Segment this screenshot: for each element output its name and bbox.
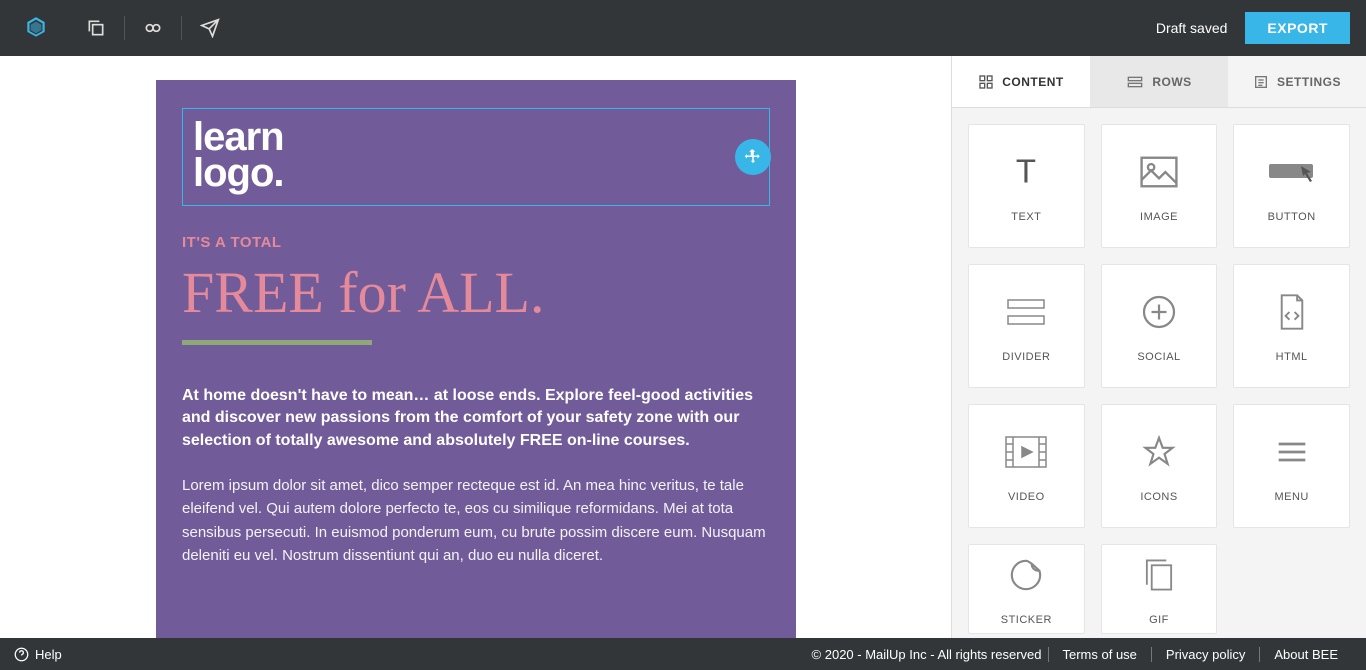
headline[interactable]: FREE for ALL. (182, 259, 770, 326)
tile-sticker[interactable]: STICKER (968, 544, 1085, 634)
tile-label: MENU (1274, 491, 1308, 503)
tile-text[interactable]: T TEXT (968, 124, 1085, 248)
terms-link[interactable]: Terms of use (1048, 647, 1151, 662)
divider-icon (1006, 289, 1046, 335)
logo-line1: learn (193, 119, 759, 155)
social-icon (1141, 289, 1177, 335)
copy-icon[interactable] (76, 8, 116, 48)
footer: Help © 2020 - MailUp Inc - All rights re… (0, 638, 1366, 670)
tile-icons[interactable]: ICONS (1101, 404, 1218, 528)
tab-rows[interactable]: ROWS (1090, 56, 1228, 107)
sidebar-tabs: CONTENT ROWS SETTINGS (952, 56, 1366, 108)
preview-icon[interactable] (133, 8, 173, 48)
draft-status: Draft saved (1156, 20, 1228, 36)
toolbar-right: Draft saved EXPORT (1156, 12, 1350, 44)
tile-label: TEXT (1011, 211, 1041, 223)
gif-icon (1144, 552, 1174, 598)
copyright: © 2020 - MailUp Inc - All rights reserve… (812, 647, 1042, 662)
body-text[interactable]: Lorem ipsum dolor sit amet, dico semper … (182, 474, 770, 567)
tab-label: ROWS (1152, 75, 1191, 89)
text-icon: T (1008, 149, 1044, 195)
sticker-icon (1009, 552, 1043, 598)
menu-icon (1276, 429, 1308, 475)
tile-button[interactable]: BUTTON (1233, 124, 1350, 248)
separator (181, 16, 182, 40)
body-bold-text[interactable]: At home doesn't have to mean… at loose e… (182, 385, 770, 452)
separator (124, 16, 125, 40)
tile-image[interactable]: IMAGE (1101, 124, 1218, 248)
subheading[interactable]: IT'S A TOTAL (182, 234, 770, 251)
help-link[interactable]: Help (14, 647, 62, 662)
about-link[interactable]: About BEE (1259, 647, 1352, 662)
tile-video[interactable]: VIDEO (968, 404, 1085, 528)
tab-content[interactable]: CONTENT (952, 56, 1090, 107)
star-icon (1142, 429, 1176, 475)
app-logo-icon[interactable] (16, 8, 56, 48)
main-area: learn logo. IT'S A TOTAL FREE for ALL. A… (0, 56, 1366, 638)
tile-label: STICKER (1001, 614, 1052, 626)
tile-social[interactable]: SOCIAL (1101, 264, 1218, 388)
tab-label: SETTINGS (1277, 75, 1341, 89)
html-icon (1276, 289, 1308, 335)
tile-label: VIDEO (1008, 491, 1045, 503)
export-button[interactable]: EXPORT (1245, 12, 1350, 44)
help-label: Help (35, 647, 62, 662)
tile-gif[interactable]: GIF (1101, 544, 1218, 634)
svg-text:T: T (1016, 154, 1036, 190)
move-handle-icon[interactable] (735, 139, 771, 175)
toolbar-left (16, 8, 230, 48)
tab-label: CONTENT (1002, 75, 1064, 89)
send-icon[interactable] (190, 8, 230, 48)
sidebar: CONTENT ROWS SETTINGS T TEXT IMAGE (951, 56, 1366, 638)
logo-line2: logo. (193, 155, 759, 191)
video-icon (1005, 429, 1047, 475)
tile-label: GIF (1149, 614, 1169, 626)
content-tiles: T TEXT IMAGE BUTTON DIVIDER SOCIAL (952, 108, 1366, 638)
underline-divider[interactable] (182, 340, 372, 345)
tile-html[interactable]: HTML (1233, 264, 1350, 388)
tile-label: IMAGE (1140, 211, 1178, 223)
tile-label: SOCIAL (1137, 351, 1180, 363)
email-template: learn logo. IT'S A TOTAL FREE for ALL. A… (156, 80, 796, 638)
privacy-link[interactable]: Privacy policy (1151, 647, 1259, 662)
logo-block-selected[interactable]: learn logo. (182, 108, 770, 206)
tile-label: HTML (1276, 351, 1308, 363)
button-icon (1267, 149, 1317, 195)
tile-label: DIVIDER (1002, 351, 1050, 363)
image-icon (1140, 149, 1178, 195)
tile-divider[interactable]: DIVIDER (968, 264, 1085, 388)
tab-settings[interactable]: SETTINGS (1228, 56, 1366, 107)
tile-label: ICONS (1140, 491, 1177, 503)
canvas[interactable]: learn logo. IT'S A TOTAL FREE for ALL. A… (0, 56, 951, 638)
tile-menu[interactable]: MENU (1233, 404, 1350, 528)
tile-label: BUTTON (1268, 211, 1316, 223)
top-toolbar: Draft saved EXPORT (0, 0, 1366, 56)
footer-right: © 2020 - MailUp Inc - All rights reserve… (812, 647, 1352, 662)
